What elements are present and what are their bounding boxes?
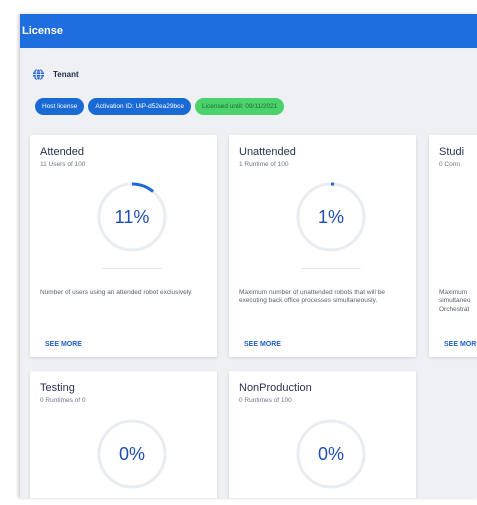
see-more-link[interactable]: SEE MORE	[244, 341, 281, 348]
usage-percent: 11%	[114, 207, 150, 227]
usage-percent: 1%	[317, 207, 344, 227]
tenant-row[interactable]: Tenant	[32, 66, 79, 82]
card-unattended: Unattended 1 Runtime of 100 1% Maximum n…	[229, 135, 416, 357]
card-subtitle: 1 Runtime of 100	[239, 161, 289, 168]
card-description: Number of users using an attended robot …	[40, 289, 193, 296]
card-description: Maximum number of unattended robots that…	[239, 289, 385, 305]
page-header: License	[20, 14, 477, 48]
licensed-until-badge: Licensed until: 09/11/2021	[194, 98, 285, 115]
see-more-link[interactable]: SEE MORE	[45, 341, 82, 348]
divider	[102, 268, 162, 269]
usage-gauge: 1%	[293, 179, 369, 255]
divider	[301, 268, 361, 269]
card-studio: Studi 0 Conn Maximum simultaneo Orchestr…	[429, 135, 477, 357]
card-subtitle: 0 Runtimes of 100	[239, 397, 292, 404]
tenant-label: Tenant	[53, 69, 79, 79]
card-title: Attended	[40, 146, 85, 158]
card-testing: Testing 0 Runtimes of 0 0%	[30, 371, 217, 498]
license-badges: Host license Activation ID: UiP-d52ea29b…	[35, 98, 285, 115]
page-title: License	[22, 25, 63, 37]
card-title: Unattended	[239, 146, 296, 158]
usage-percent: 0%	[317, 444, 344, 464]
host-license-badge: Host license	[35, 98, 85, 115]
license-panel: License Tenant Host license Activation I…	[20, 14, 477, 498]
usage-percent: 0%	[118, 444, 145, 464]
card-title: Testing	[40, 382, 75, 394]
usage-gauge: 0%	[293, 416, 369, 492]
card-title: NonProduction	[239, 382, 312, 394]
card-attended: Attended 11 Users of 100 11% Number of u…	[30, 135, 217, 357]
card-description: Maximum simultaneo Orchestrat	[439, 289, 471, 313]
card-subtitle: 0 Runtimes of 0	[40, 397, 86, 404]
card-nonproduction: NonProduction 0 Runtimes of 100 0%	[229, 371, 416, 498]
usage-gauge: 0%	[94, 416, 170, 492]
card-subtitle: 11 Users of 100	[40, 161, 86, 168]
see-more-link[interactable]: SEE MOR	[444, 341, 476, 348]
usage-gauge: 11%	[94, 179, 170, 255]
card-title: Studi	[439, 146, 465, 158]
card-subtitle: 0 Conn	[439, 161, 460, 168]
activation-id-badge: Activation ID: UiP-d52ea29bce	[88, 98, 191, 115]
globe-icon	[32, 68, 45, 81]
